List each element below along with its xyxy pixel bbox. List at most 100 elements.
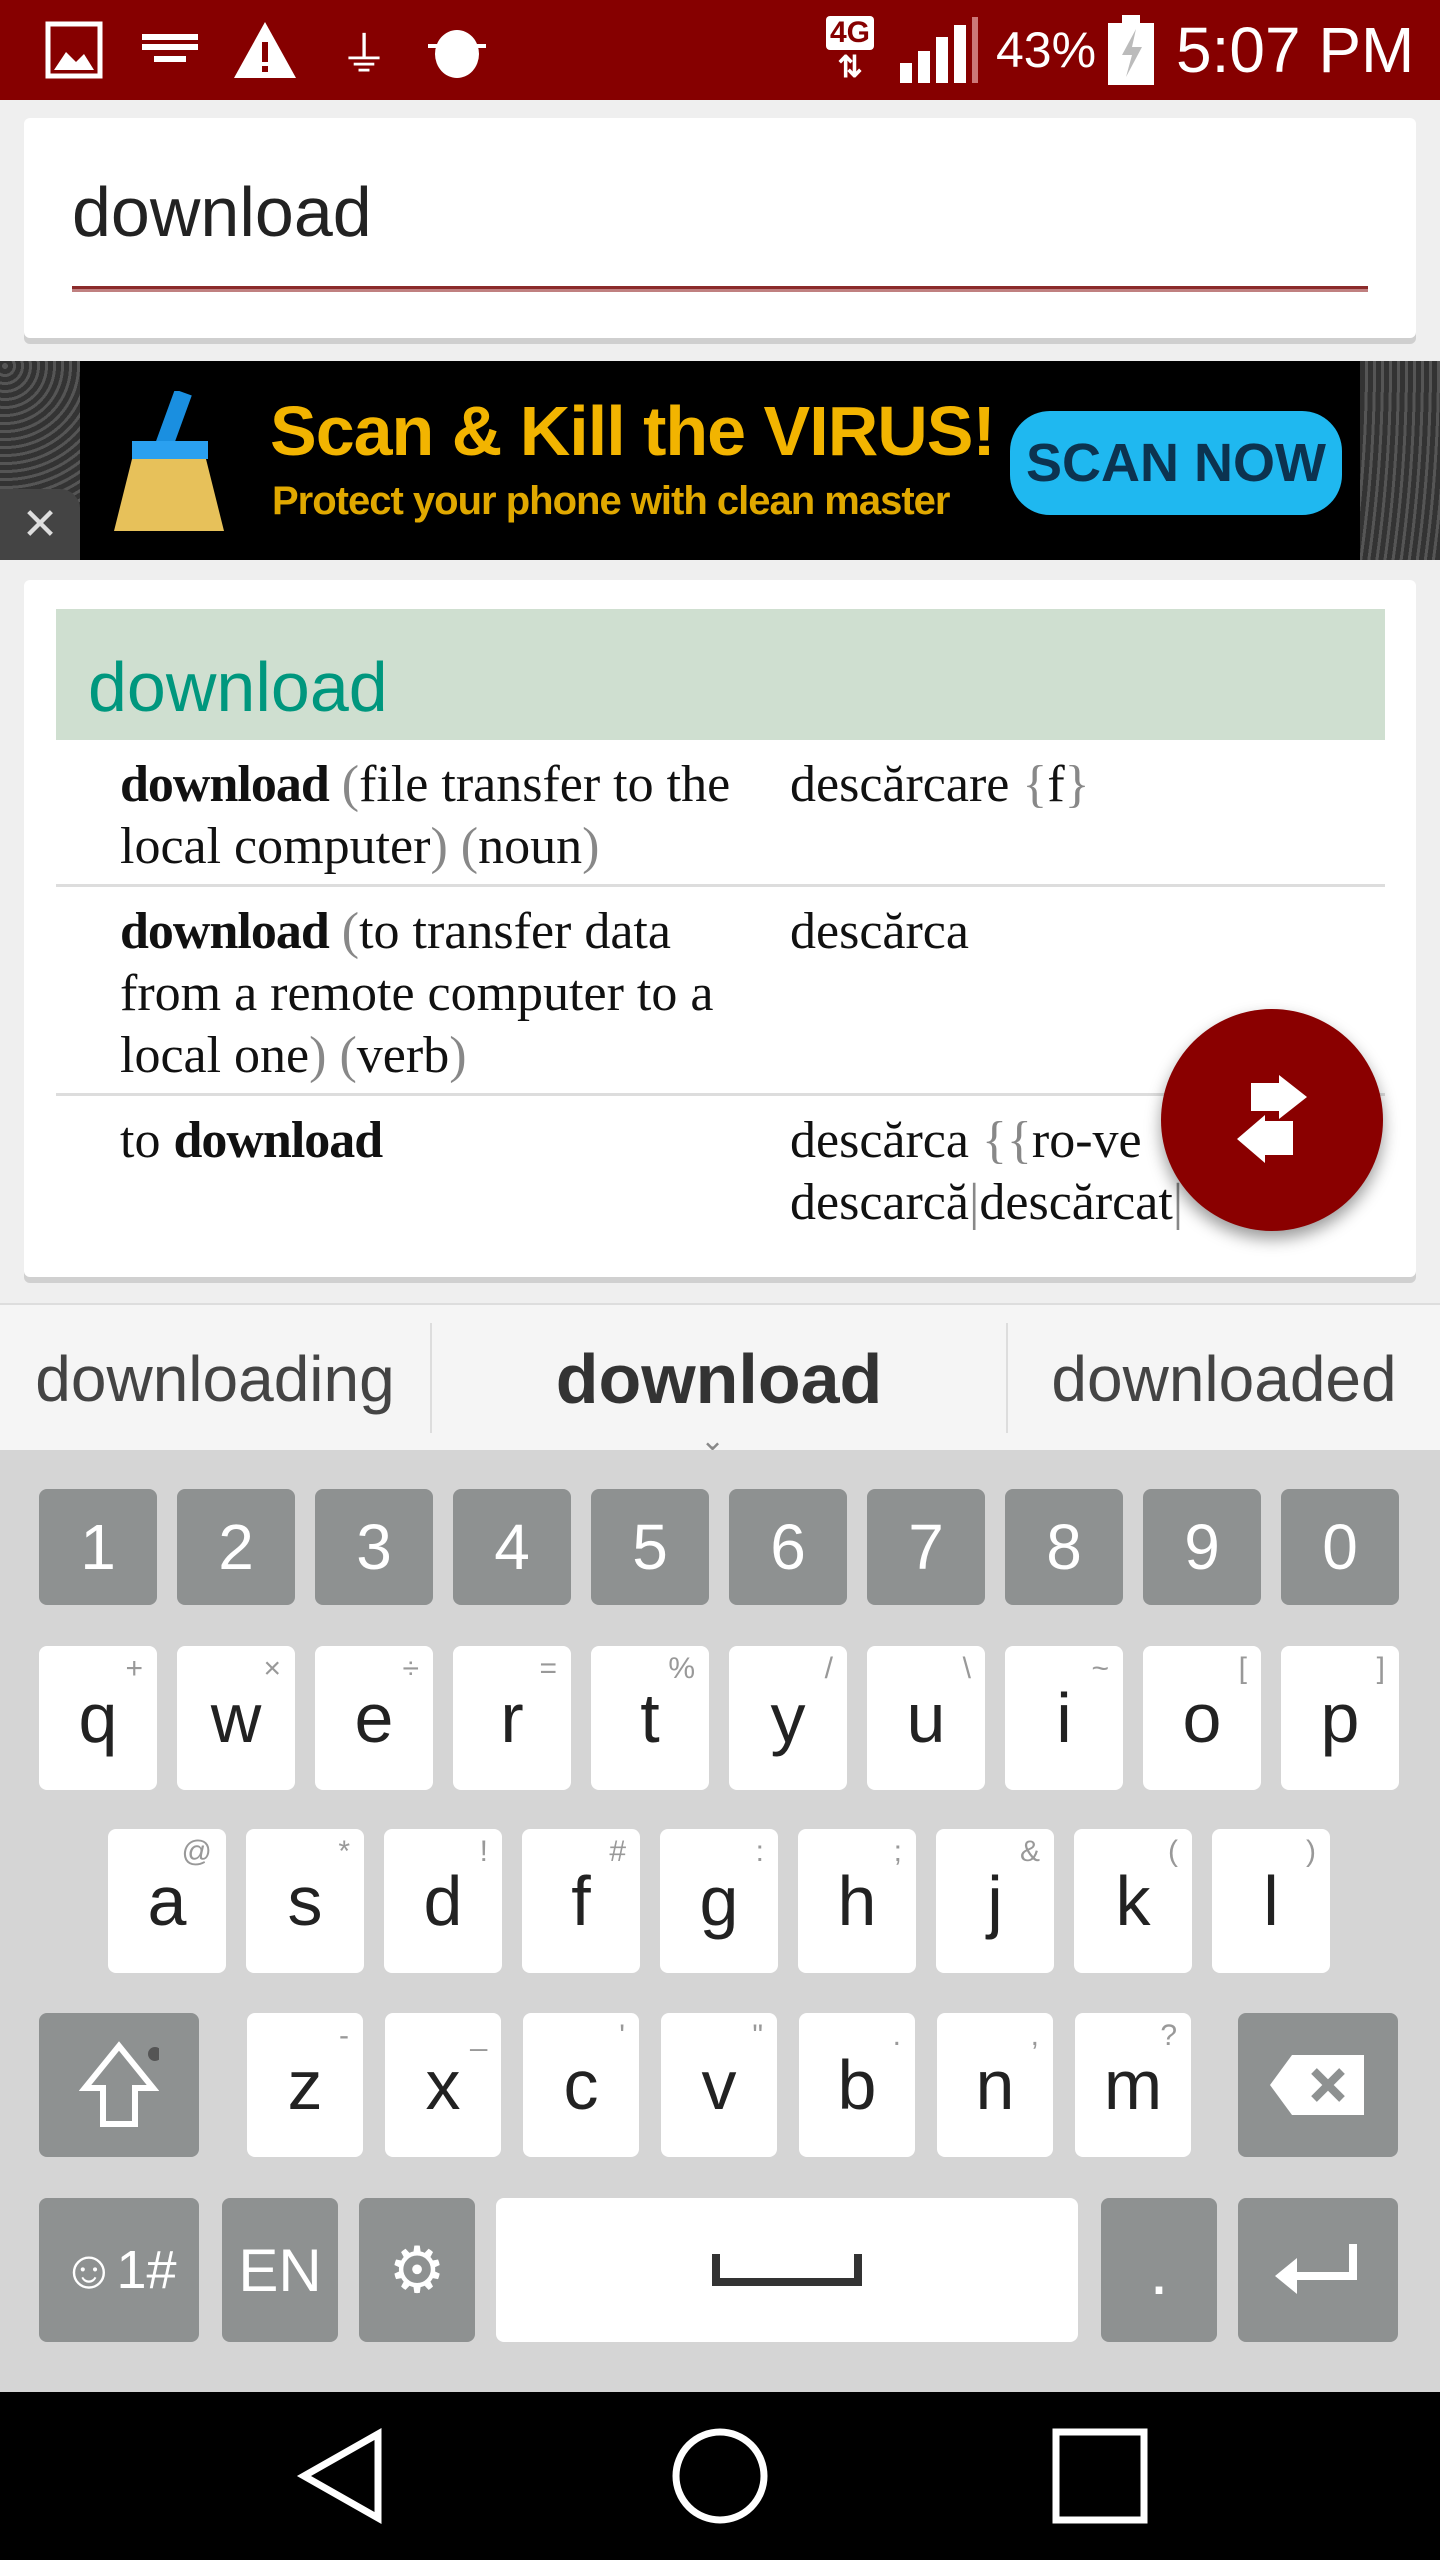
key-h[interactable]: h; [798,1829,916,1973]
key-5[interactable]: 5 [591,1489,709,1605]
key-label: b [837,2046,877,2124]
key-label: l [1263,1862,1279,1940]
key-8[interactable]: 8 [1005,1489,1123,1605]
suggestion-downloaded[interactable]: downloaded [1008,1305,1440,1452]
network-type: 4G [826,15,875,50]
key-6[interactable]: 6 [729,1489,847,1605]
key-l[interactable]: l) [1212,1829,1330,1973]
ad-close-button[interactable]: ✕ [0,489,80,560]
key-hint: ] [1376,1652,1385,1685]
key-x[interactable]: x _ [385,2013,501,2157]
gear-icon: ⚙ [388,2233,446,2306]
key-9[interactable]: 9 [1143,1489,1261,1605]
key-hint: - [339,2019,349,2052]
key-i[interactable]: i ~ [1005,1646,1123,1790]
settings-key[interactable]: ⚙ [359,2198,475,2342]
term-segment: descărca [790,1112,982,1169]
key-c[interactable]: c ' [523,2013,639,2157]
suggestion-downloading[interactable]: downloading [0,1305,430,1452]
key-v[interactable]: v " [661,2013,777,2157]
key-label: 6 [770,1511,806,1583]
key-label: f [571,1862,591,1940]
key-j[interactable]: j & [936,1829,1054,1973]
ad-title: Scan & Kill the VIRUS! [270,392,996,470]
key-0[interactable]: 0 [1281,1489,1399,1605]
warning-icon [232,22,298,78]
term-segment: ro-ve [1031,1112,1142,1169]
key-m[interactable]: m? [1075,2013,1191,2157]
term-segment: ) [430,818,448,875]
term-segment: descărcare [790,756,1023,813]
key-label: u [906,1679,946,1757]
key-2[interactable]: 2 [177,1489,295,1605]
ad-subtitle: Protect your phone with clean master [272,479,950,523]
key-label: x [425,2046,461,2124]
key-b[interactable]: b. [799,2013,915,2157]
key-n[interactable]: n, [937,2013,1053,2157]
key-label: m [1103,2046,1163,2124]
enter-key[interactable] [1238,2198,1398,2342]
key-label: q [78,1679,118,1757]
key-z[interactable]: z- [247,2013,363,2157]
key-4[interactable]: 4 [453,1489,571,1605]
key-7[interactable]: 7 [867,1489,985,1605]
key-hint: ~ [1091,1652,1109,1685]
key-k[interactable]: k( [1074,1829,1192,1973]
key-label: d [423,1862,463,1940]
key-g[interactable]: g: [660,1829,778,1973]
key-1[interactable]: 1 [39,1489,157,1605]
term-segment: ( [326,1027,357,1084]
key-f[interactable]: f # [522,1829,640,1973]
key-a[interactable]: a @ [108,1829,226,1973]
ad-banner[interactable]: Scan & Kill the VIRUS! Protect your phon… [0,361,1440,560]
key-hint: * [338,1835,350,1868]
key-r[interactable]: r = [453,1646,571,1790]
search-input[interactable]: download [72,172,372,252]
recents-button[interactable] [1020,2412,1180,2540]
key-q[interactable]: q + [39,1646,157,1790]
key-u[interactable]: u \ [867,1646,985,1790]
term-segment: download [120,903,330,960]
space-key[interactable] [496,2198,1078,2342]
key-label: k [1115,1862,1151,1940]
key-label: z [287,2046,323,2124]
ad-content[interactable]: Scan & Kill the VIRUS! Protect your phon… [80,361,1360,560]
emoji-symbols-key[interactable]: ☺1# [39,2198,199,2342]
term-segment: download [173,1112,383,1169]
term-segment: descărcat [979,1174,1173,1231]
key-label: y [770,1679,806,1757]
term-segment: download [120,756,330,813]
android-debug-icon [424,22,490,78]
status-bar: ⏚ 4G ⇅ 43% 5:07 PM [0,0,1440,100]
term-segment: ( [328,903,360,960]
keyboard-icon [140,22,200,78]
key-label: p [1320,1679,1360,1757]
key-t[interactable]: t% [591,1646,709,1790]
key-d[interactable]: d! [384,1829,502,1973]
key-w[interactable]: w × [177,1646,295,1790]
key-o[interactable]: o[ [1143,1646,1261,1790]
language-key[interactable]: EN [222,2198,338,2342]
key-y[interactable]: y / [729,1646,847,1790]
back-button[interactable] [262,2412,422,2540]
backspace-key[interactable] [1238,2013,1398,2157]
key-s[interactable]: s * [246,1829,364,1973]
key-e[interactable]: e ÷ [315,1646,433,1790]
shift-key[interactable] [39,2013,199,2157]
term-segment: } [1064,756,1090,813]
clock: 5:07 PM [1176,14,1415,86]
scan-now-button[interactable]: SCAN NOW [1010,411,1342,515]
recents-icon [1052,2428,1148,2524]
swap-languages-button[interactable] [1161,1009,1383,1231]
key-label: v [701,2046,737,2124]
search-card: download [24,118,1416,338]
term-segment: verb [356,1027,450,1084]
key-label: g [699,1862,739,1940]
key-p[interactable]: p] [1281,1646,1399,1790]
key-3[interactable]: 3 [315,1489,433,1605]
period-key[interactable]: . [1101,2198,1217,2342]
key-hint: = [539,1652,557,1685]
home-button[interactable] [640,2412,800,2540]
usb-icon: ⏚ [340,29,389,82]
key-label: 3 [356,1511,392,1583]
